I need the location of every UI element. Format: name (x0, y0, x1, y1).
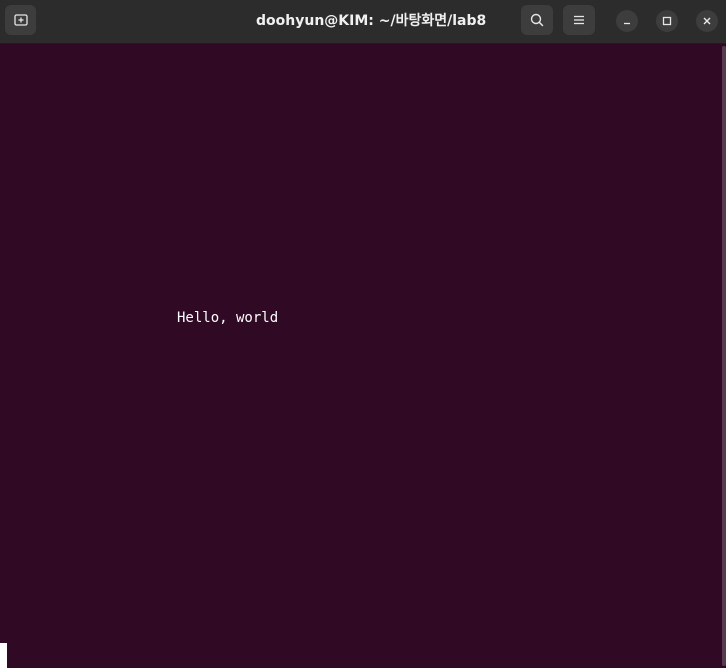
text-cursor (0, 643, 7, 668)
close-button[interactable] (696, 10, 718, 32)
menu-button[interactable] (563, 5, 595, 35)
scrollbar-thumb[interactable] (722, 46, 726, 666)
maximize-icon (662, 16, 672, 26)
terminal-output-line: Hello, world (177, 310, 279, 326)
terminal-content[interactable]: Hello, world (0, 44, 726, 668)
minimize-button[interactable] (616, 10, 638, 32)
maximize-button[interactable] (656, 10, 678, 32)
minimize-icon (624, 22, 630, 25)
terminal-window: doohyun@KIM: ~/바탕화면/lab8 Hello, world (0, 0, 726, 668)
search-button[interactable] (521, 5, 553, 35)
search-icon (530, 13, 544, 27)
hamburger-menu-icon (574, 15, 584, 25)
scrollbar[interactable] (721, 44, 726, 668)
title-bar[interactable]: doohyun@KIM: ~/바탕화면/lab8 (0, 0, 726, 44)
close-icon (703, 17, 711, 25)
window-title: doohyun@KIM: ~/바탕화면/lab8 (256, 13, 487, 29)
